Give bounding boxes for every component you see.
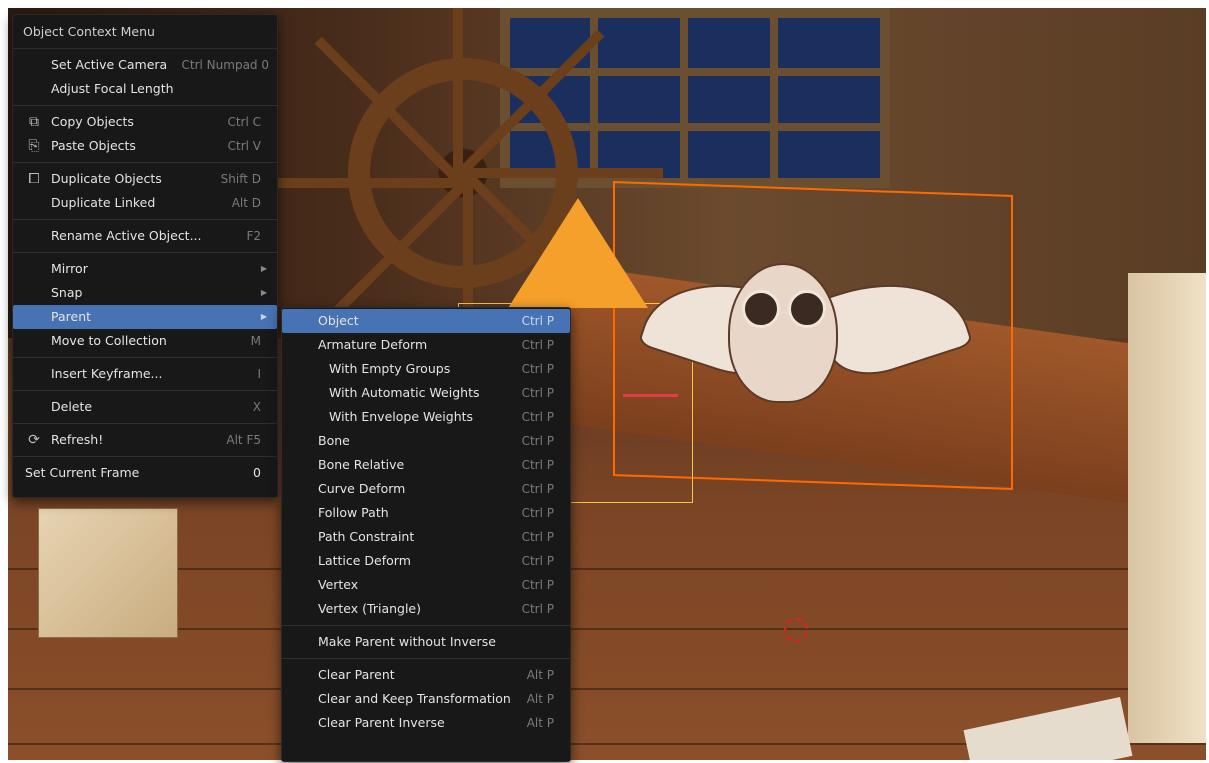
clear-parent-inverse-item[interactable]: Clear Parent Inverse Alt P — [282, 711, 570, 735]
parent-object-item[interactable]: Object Ctrl P — [282, 309, 570, 333]
copy-icon: ⧉ — [29, 114, 39, 130]
refresh-icon: ⟳ — [28, 432, 40, 448]
submenu-arrow-icon: ▶ — [260, 312, 267, 321]
follow-path-item[interactable]: Follow Path Ctrl P — [282, 501, 570, 525]
submenu-arrow-icon: ▶ — [260, 264, 267, 273]
scene-owl-character — [728, 263, 838, 403]
with-empty-groups-item[interactable]: With Empty Groups Ctrl P — [282, 357, 570, 381]
clear-and-keep-transformation-item[interactable]: Clear and Keep Transformation Alt P — [282, 687, 570, 711]
clear-parent-item[interactable]: Clear Parent Alt P — [282, 663, 570, 687]
scene-paper — [963, 697, 1133, 760]
insert-keyframe-item[interactable]: Insert Keyframe... I — [13, 362, 277, 386]
duplicate-icon: ⧠ — [28, 171, 40, 187]
mirror-item[interactable]: Mirror ▶ — [13, 257, 277, 281]
curve-deform-item[interactable]: Curve Deform Ctrl P — [282, 477, 570, 501]
transform-gizmo-x-axis[interactable] — [623, 394, 678, 397]
vertex-triangle-item[interactable]: Vertex (Triangle) Ctrl P — [282, 597, 570, 621]
with-envelope-weights-item[interactable]: With Envelope Weights Ctrl P — [282, 405, 570, 429]
path-constraint-item[interactable]: Path Constraint Ctrl P — [282, 525, 570, 549]
set-active-camera-item[interactable]: Set Active Camera Ctrl Numpad 0 — [13, 53, 277, 77]
3d-cursor-icon — [784, 618, 808, 642]
menu-title: Object Context Menu — [13, 15, 277, 49]
delete-item[interactable]: Delete X — [13, 395, 277, 419]
bone-relative-item[interactable]: Bone Relative Ctrl P — [282, 453, 570, 477]
paste-objects-item[interactable]: ⎘ Paste Objects Ctrl V — [13, 134, 277, 158]
copy-objects-item[interactable]: ⧉ Copy Objects Ctrl C — [13, 110, 277, 134]
refresh-item[interactable]: ⟳ Refresh! Alt F5 — [13, 428, 277, 452]
with-automatic-weights-item[interactable]: With Automatic Weights Ctrl P — [282, 381, 570, 405]
armature-deform-item[interactable]: Armature Deform Ctrl P — [282, 333, 570, 357]
set-current-frame-item[interactable]: Set Current Frame 0 — [13, 461, 277, 485]
parent-submenu: Object Ctrl P Armature Deform Ctrl P Wit… — [281, 307, 571, 762]
make-parent-without-inverse-item[interactable]: Make Parent without Inverse — [282, 630, 570, 654]
paste-icon: ⎘ — [28, 138, 40, 154]
current-frame-value[interactable]: 0 — [253, 461, 261, 485]
duplicate-linked-item[interactable]: Duplicate Linked Alt D — [13, 191, 277, 215]
vertex-item[interactable]: Vertex Ctrl P — [282, 573, 570, 597]
camera-gizmo-triangle[interactable] — [508, 198, 648, 308]
lattice-deform-item[interactable]: Lattice Deform Ctrl P — [282, 549, 570, 573]
bone-item[interactable]: Bone Ctrl P — [282, 429, 570, 453]
object-context-menu: Object Context Menu Set Active Camera Ct… — [12, 14, 278, 498]
submenu-arrow-icon: ▶ — [260, 288, 267, 297]
snap-item[interactable]: Snap ▶ — [13, 281, 277, 305]
move-to-collection-item[interactable]: Move to Collection M — [13, 329, 277, 353]
rename-active-object-item[interactable]: Rename Active Object... F2 — [13, 224, 277, 248]
duplicate-objects-item[interactable]: ⧠ Duplicate Objects Shift D — [13, 167, 277, 191]
scene-cardboard-box-right — [1128, 273, 1206, 743]
adjust-focal-length-item[interactable]: Adjust Focal Length — [13, 77, 277, 101]
scene-cardboard-box-left — [38, 508, 178, 638]
parent-item[interactable]: Parent ▶ — [13, 305, 277, 329]
